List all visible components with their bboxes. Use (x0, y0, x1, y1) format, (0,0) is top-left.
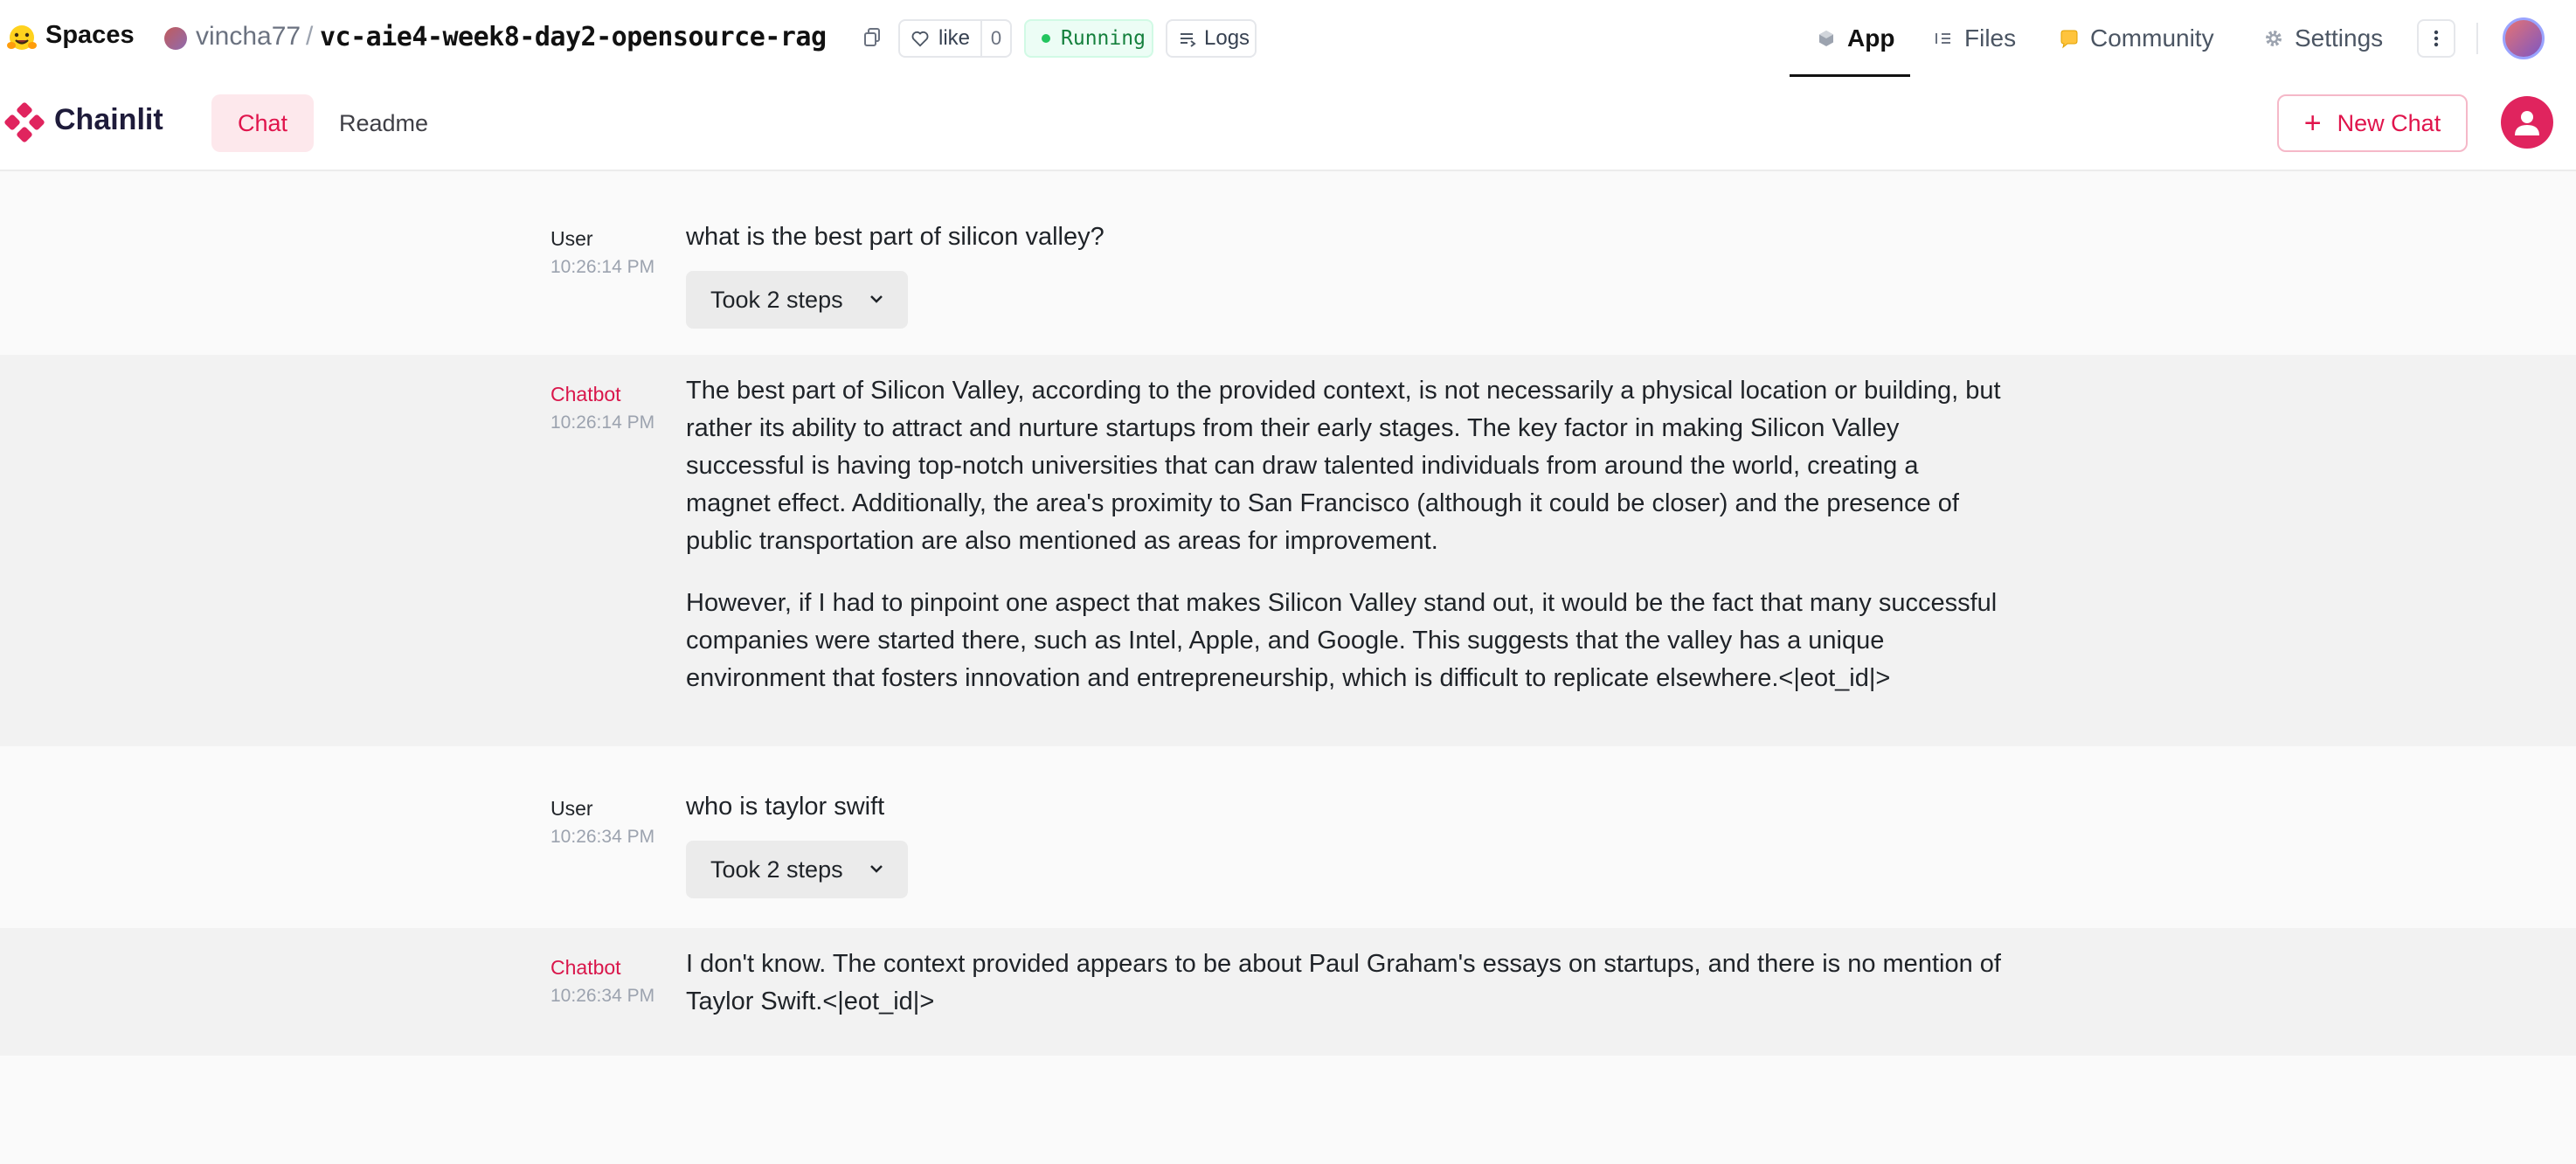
tab-community-label: Community (2090, 24, 2214, 52)
new-chat-label: New Chat (2337, 109, 2441, 136)
message-author: Chatbot (551, 956, 621, 979)
steps-label: Took 2 steps (710, 286, 843, 313)
logs-label: Logs (1204, 26, 1250, 50)
cube-icon (1819, 31, 1833, 46)
tab-community[interactable]: Community (2059, 0, 2214, 77)
account-avatar-button[interactable] (2501, 96, 2553, 149)
tab-files-label: Files (1964, 24, 2017, 52)
hugging-face-logo-icon[interactable] (7, 24, 37, 52)
message-author: Chatbot (551, 383, 621, 405)
vertical-dots-icon (2434, 30, 2439, 47)
divider (2476, 23, 2478, 54)
message-row-user: User 10:26:14 PM what is the best part o… (0, 171, 2576, 355)
gear-icon (2266, 31, 2282, 46)
message-row-bot: Chatbot 10:26:14 PM The best part of Sil… (0, 355, 2576, 746)
message-text: The best part of Silicon Valley, accordi… (686, 372, 2004, 697)
like-label: like (938, 26, 971, 50)
message-author: User (551, 797, 593, 820)
user-avatar[interactable] (2503, 17, 2545, 59)
message-paragraph: The best part of Silicon Valley, accordi… (686, 377, 2001, 555)
chat-messages: User 10:26:14 PM what is the best part o… (0, 171, 2576, 1164)
user-icon (2515, 111, 2539, 135)
like-button[interactable]: like 0 (898, 19, 1012, 58)
repo-name-link[interactable]: vc-aie4-week8-day2-opensource-rag (320, 22, 827, 52)
message-text: what is the best part of silicon valley? (686, 223, 1104, 251)
message-author: User (551, 227, 593, 250)
message-paragraph: I don't know. The context provided appea… (686, 950, 2001, 1015)
logs-button[interactable]: Logs (1166, 19, 1257, 58)
message-timestamp: 10:26:34 PM (551, 986, 655, 1006)
files-icon (1935, 33, 1950, 44)
chainlit-header: Chainlit Chat Readme + New Chat (0, 77, 2576, 171)
path-separator: / (306, 22, 314, 51)
heart-icon (911, 31, 929, 47)
logs-icon (1181, 33, 1196, 47)
message-paragraph: However, if I had to pinpoint one aspect… (686, 589, 1998, 692)
plus-icon: + (2303, 107, 2322, 140)
owner-avatar (164, 27, 187, 50)
message-row-bot: Chatbot 10:26:34 PM I don't know. The co… (0, 928, 2576, 1056)
more-options-button[interactable] (2417, 19, 2455, 58)
status-dot-icon (1042, 34, 1050, 43)
message-timestamp: 10:26:34 PM (551, 827, 655, 847)
owner-link[interactable]: vincha77 (196, 22, 301, 52)
chainlit-logo-icon[interactable] (3, 101, 45, 143)
message-timestamp: 10:26:14 PM (551, 412, 655, 433)
steps-toggle-button[interactable]: Took 2 steps (686, 271, 908, 329)
steps-label: Took 2 steps (710, 856, 843, 883)
tab-app-label: App (1847, 24, 1895, 52)
copy-icon[interactable] (863, 28, 881, 47)
status-label: Running (1061, 27, 1146, 50)
like-count: 0 (980, 21, 1010, 56)
new-chat-button[interactable]: + New Chat (2277, 94, 2468, 152)
message-text: who is taylor swift (686, 793, 885, 821)
spaces-link[interactable]: Spaces (45, 21, 135, 50)
steps-toggle-button[interactable]: Took 2 steps (686, 841, 908, 898)
message-timestamp: 10:26:14 PM (551, 257, 655, 277)
community-icon (2060, 30, 2078, 49)
tab-chat[interactable]: Chat (211, 94, 315, 152)
hf-top-bar: Spaces vincha77 / vc-aie4-week8-day2-ope… (0, 0, 2576, 77)
message-text: I don't know. The context provided appea… (686, 946, 2004, 1021)
tab-files[interactable]: Files (1933, 0, 2016, 77)
tab-readme[interactable]: Readme (313, 94, 454, 152)
tab-settings-label: Settings (2295, 24, 2384, 52)
status-badge[interactable]: Running (1024, 19, 1153, 58)
message-row-user: User 10:26:34 PM who is taylor swift Too… (0, 746, 2576, 905)
chevron-down-icon (870, 295, 883, 303)
tab-settings[interactable]: Settings (2263, 0, 2383, 77)
chevron-down-icon (870, 865, 883, 873)
tab-app[interactable]: App (1790, 0, 1910, 77)
chainlit-brand: Chainlit (54, 103, 163, 136)
